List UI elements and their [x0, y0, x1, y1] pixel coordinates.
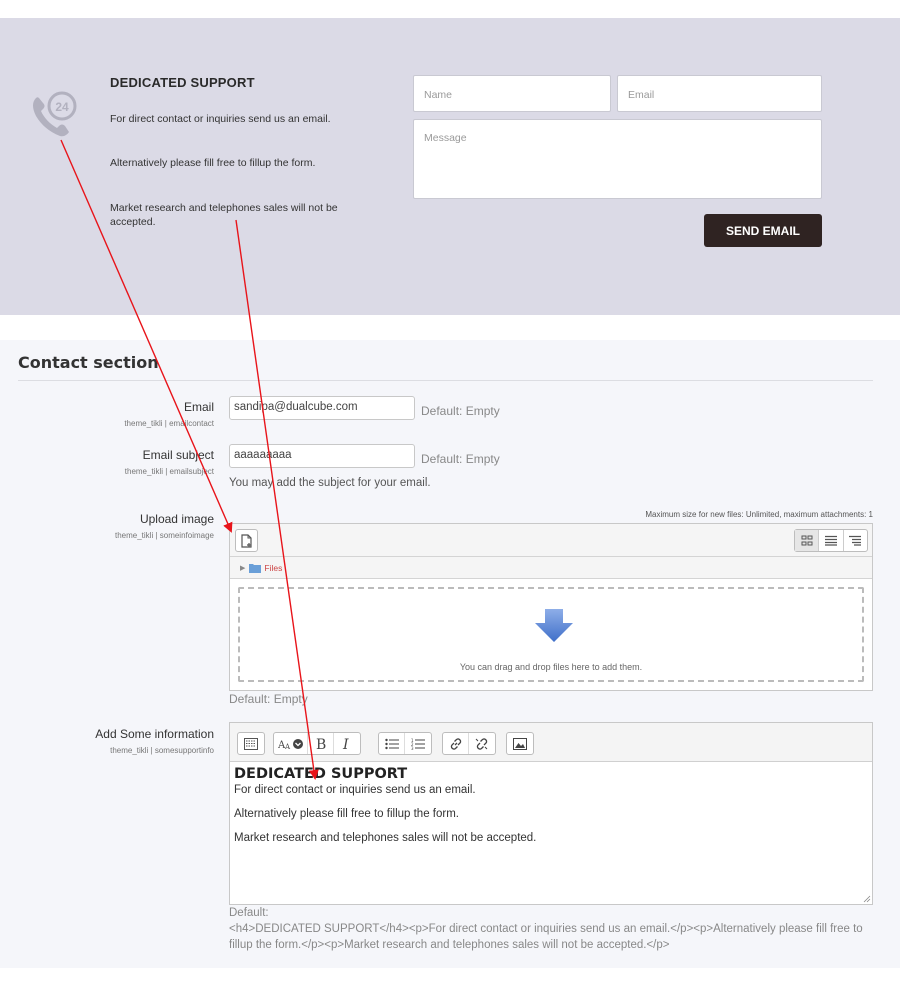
add-info-default: Default: <h4>DEDICATED SUPPORT</h4><p>Fo…	[229, 905, 869, 953]
svg-text:I: I	[342, 737, 349, 751]
support-title: DEDICATED SUPPORT	[110, 75, 255, 90]
folder-icon	[249, 563, 262, 573]
bullet-list-icon	[384, 738, 399, 749]
support-text-1: For direct contact or inquiries send us …	[110, 113, 331, 125]
send-email-button[interactable]: SEND EMAIL	[704, 214, 822, 247]
max-size-note: Maximum size for new files: Unlimited, m…	[645, 510, 873, 519]
email-field[interactable]: Email	[617, 75, 822, 112]
page: 24 DEDICATED SUPPORT For direct contact …	[0, 0, 900, 990]
toolbar-group-media	[506, 732, 534, 755]
add-file-icon	[241, 533, 252, 548]
bullet-list-button[interactable]	[379, 733, 405, 754]
email-subject-input[interactable]: aaaaaaaaa	[229, 444, 415, 468]
view-switcher	[794, 529, 868, 552]
drop-zone[interactable]: You can drag and drop files here to add …	[238, 587, 864, 682]
unlink-button[interactable]	[469, 733, 495, 754]
expand-arrow-icon: ▶	[240, 564, 246, 572]
svg-text:24: 24	[55, 100, 69, 114]
add-info-default-value: <h4>DEDICATED SUPPORT</h4><p>For direct …	[229, 923, 863, 951]
svg-text:B: B	[316, 737, 326, 751]
toolbar-group-lists: 1 2 3	[378, 732, 432, 755]
section-title: Contact section	[18, 353, 159, 372]
support-text-3: Market research and telephones sales wil…	[110, 202, 338, 228]
upload-image-setting-name: theme_tikli | someinfoimage	[114, 531, 214, 540]
section-divider	[18, 380, 873, 381]
email-input[interactable]: sandipa@dualcube.com	[229, 396, 415, 420]
editor-paragraph-3: Market research and telephones sales wil…	[234, 832, 537, 844]
email-setting-name: theme_tikli | emailcontact	[124, 419, 214, 428]
unlink-icon	[475, 737, 488, 750]
toggle-toolbar-button[interactable]	[238, 733, 264, 754]
image-icon	[513, 737, 527, 750]
font-style-icon: A A	[278, 738, 303, 750]
rich-text-editor: A A B I 1 2 3 DEDICATED SUPPORT For dire…	[229, 722, 873, 905]
editor-paragraph-2: Alternatively please fill free to fillup…	[234, 808, 459, 820]
italic-icon: I	[342, 737, 349, 751]
support-text-2: Alternatively please fill free to fillup…	[110, 157, 316, 169]
toolbar-group-links	[442, 732, 496, 755]
phone-24-icon: 24	[33, 91, 77, 137]
email-subject-hint: You may add the subject for your email.	[229, 477, 431, 489]
icon-view-button[interactable]	[795, 530, 820, 551]
add-file-button[interactable]	[235, 529, 258, 552]
email-subject-default: Default: Empty	[421, 452, 500, 466]
upload-image-label: Upload image	[139, 512, 214, 526]
bold-icon: B	[316, 737, 326, 751]
resize-handle-icon[interactable]	[863, 895, 871, 903]
numbered-list-icon: 1 2 3	[411, 738, 425, 750]
tree-view-button[interactable]	[844, 530, 867, 551]
link-icon	[450, 737, 461, 750]
editor-toolbar: A A B I 1 2 3	[230, 723, 872, 762]
file-picker: ▶ Files You can drag and drop files here…	[229, 523, 873, 691]
editor-paragraph-1: For direct contact or inquiries send us …	[234, 784, 476, 796]
file-picker-toolbar	[230, 524, 872, 557]
toolbar-group-toggle	[237, 732, 265, 755]
paragraph-style-button[interactable]: A A	[274, 733, 308, 754]
numbered-list-button[interactable]: 1 2 3	[405, 733, 431, 754]
insert-image-button[interactable]	[507, 733, 533, 754]
list-icon	[824, 535, 837, 546]
keyboard-icon	[244, 737, 258, 750]
email-subject-label: Email subject	[142, 448, 214, 462]
svg-text:3: 3	[411, 746, 414, 750]
file-path-breadcrumb[interactable]: ▶ Files	[230, 557, 872, 579]
drop-zone-text: You can drag and drop files here to add …	[459, 662, 643, 672]
toolbar-group-format: A A B I	[273, 732, 361, 755]
drop-arrow-icon	[535, 609, 573, 642]
editor-content[interactable]: DEDICATED SUPPORT For direct contact or …	[234, 765, 864, 855]
email-subject-setting-name: theme_tikli | emailsubject	[124, 467, 214, 476]
svg-text:A: A	[284, 743, 291, 750]
name-field[interactable]: Name	[413, 75, 611, 112]
link-button[interactable]	[443, 733, 469, 754]
upload-image-default: Default: Empty	[229, 692, 308, 706]
add-info-label: Add Some information	[95, 727, 214, 741]
list-view-button[interactable]	[819, 530, 844, 551]
italic-button[interactable]: I	[334, 733, 360, 754]
bold-button[interactable]: B	[308, 733, 334, 754]
editor-heading: DEDICATED SUPPORT	[234, 766, 408, 782]
grid-icon	[801, 535, 813, 546]
files-folder-label[interactable]: Files	[264, 563, 282, 573]
tree-icon	[849, 535, 862, 546]
add-info-setting-name: theme_tikli | somesupportinfo	[110, 746, 214, 755]
message-field[interactable]: Message	[413, 119, 822, 199]
add-info-default-label: Default:	[229, 907, 269, 919]
email-label: Email	[183, 400, 214, 414]
email-default: Default: Empty	[421, 404, 500, 418]
